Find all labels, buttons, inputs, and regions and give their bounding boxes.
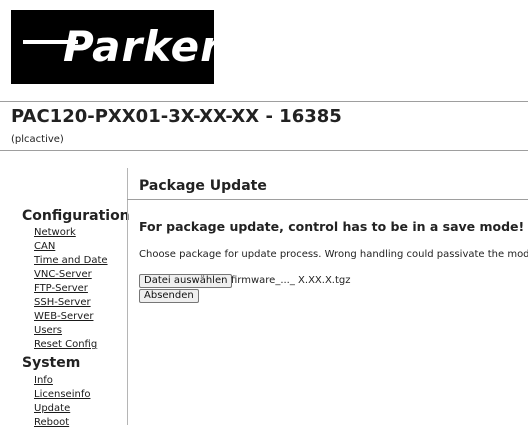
nav-section-system: System (22, 355, 81, 371)
description-text: Choose package for update process. Wrong… (139, 249, 528, 260)
nav-link-info[interactable]: Info (34, 375, 53, 387)
nav-link-can[interactable]: CAN (34, 241, 55, 253)
nav-link-users[interactable]: Users (34, 325, 62, 337)
header-divider-top (0, 101, 528, 102)
page-title: Package Update (139, 178, 267, 194)
title-divider (127, 199, 528, 200)
choose-file-button[interactable]: Datei auswählen (139, 274, 233, 288)
nav-link-web-server[interactable]: WEB-Server (34, 311, 93, 323)
sidebar-divider (127, 168, 128, 425)
nav-link-time-and-date[interactable]: Time and Date (34, 255, 108, 267)
nav-section-configuration: Configuration (22, 208, 130, 224)
nav-link-reset-config[interactable]: Reset Config (34, 339, 97, 351)
warning-message: For package update, control has to be in… (139, 219, 525, 234)
nav-link-reboot[interactable]: Reboot (34, 417, 69, 429)
device-title: PAC120-PXX01-3X-XX-XX - 16385 (11, 106, 342, 127)
nav-link-update[interactable]: Update (34, 403, 70, 415)
submit-button[interactable]: Absenden (139, 289, 199, 303)
selected-file-name: firmware_..._ X.XX.X.tgz (231, 275, 351, 286)
logo-text: Parker (63, 22, 222, 71)
nav-link-ftp-server[interactable]: FTP-Server (34, 283, 88, 295)
header-divider-bottom (0, 150, 528, 151)
parker-logo: Parker (11, 10, 221, 84)
nav-link-licenseinfo[interactable]: Licenseinfo (34, 389, 90, 401)
nav-link-ssh-server[interactable]: SSH-Server (34, 297, 91, 309)
device-status: (plcactive) (11, 134, 64, 145)
nav-link-network[interactable]: Network (34, 227, 76, 239)
nav-link-vnc-server[interactable]: VNC-Server (34, 269, 92, 281)
